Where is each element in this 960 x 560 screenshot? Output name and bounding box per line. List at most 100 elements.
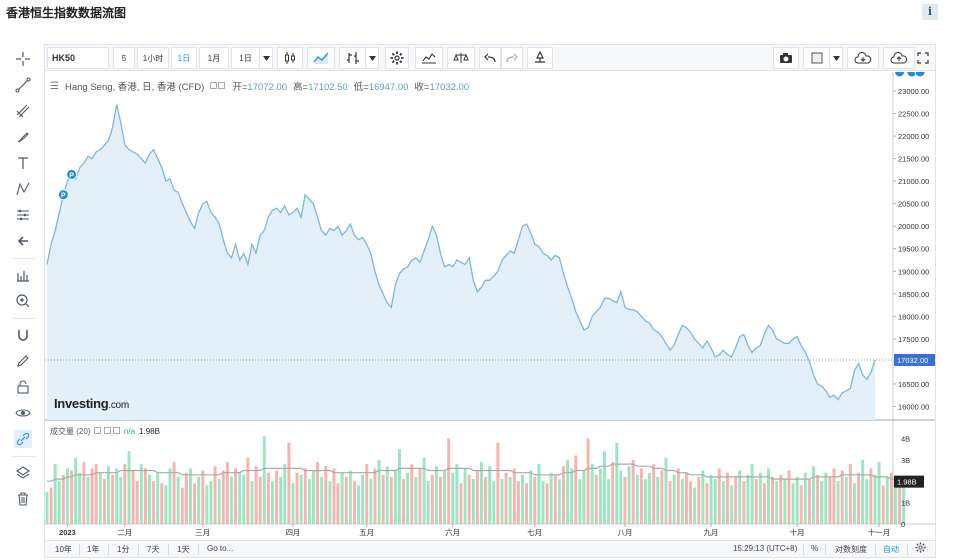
- volume-bar-145: [639, 468, 643, 524]
- volume-bar-43: [221, 470, 225, 524]
- volume-bar-4: [61, 474, 65, 524]
- fib-tool-icon[interactable]: [14, 102, 32, 120]
- redo-icon[interactable]: [501, 47, 523, 69]
- chevron-down-icon[interactable]: [259, 47, 273, 69]
- volume-bar-97: [443, 470, 447, 524]
- range-1d[interactable]: 1天: [177, 544, 189, 555]
- gear-icon[interactable]: [385, 47, 409, 69]
- time-tick-label-2: 三月: [195, 528, 210, 537]
- volume-bar-204: [881, 485, 885, 524]
- volume-bar-9: [82, 462, 86, 524]
- volume-settings-icon[interactable]: [94, 427, 120, 436]
- volume-bar-0: [45, 491, 49, 524]
- template-icon[interactable]: [803, 47, 829, 69]
- volume-bar-86: [398, 449, 401, 524]
- range-1m[interactable]: 1分: [117, 544, 129, 555]
- range-10y[interactable]: 10年: [55, 544, 72, 555]
- back-arrow-icon[interactable]: [14, 232, 32, 250]
- volume-bar-142: [627, 466, 631, 524]
- chart-canvas[interactable]: PPPPP23000.0022500.0022000.0021500.00210…: [45, 72, 935, 540]
- crosshair-icon[interactable]: [14, 50, 32, 68]
- volume-bar-88: [406, 472, 410, 524]
- time-tick-label-7: 八月: [617, 528, 632, 537]
- last-price-label: 17032.00: [897, 356, 928, 365]
- legend-high-value: 17102.50: [308, 82, 348, 93]
- volume-bar-54: [266, 472, 270, 524]
- balance-icon[interactable]: [447, 47, 475, 69]
- volume-bar-156: [685, 472, 688, 524]
- price-tick-label-5: 20500.00: [898, 200, 929, 209]
- range-7d[interactable]: 7天: [147, 544, 159, 555]
- time-tick-label-4: 五月: [359, 528, 374, 537]
- volume-bar-188: [816, 474, 820, 524]
- log-scale-toggle[interactable]: 对数刻度: [835, 544, 867, 555]
- interval-select[interactable]: 1日: [231, 47, 259, 69]
- volume-bar-106: [480, 462, 483, 524]
- eye-icon[interactable]: [14, 404, 32, 422]
- volume-bar-67: [320, 476, 324, 524]
- volume-bar-194: [840, 470, 844, 524]
- trash-icon[interactable]: [14, 490, 32, 508]
- volume-bar-81: [377, 459, 381, 524]
- volume-bar-119: [533, 476, 537, 524]
- legend-close-label: 收=: [414, 82, 430, 93]
- undo-icon[interactable]: [479, 47, 501, 69]
- indicators-chevron-icon[interactable]: [365, 47, 379, 69]
- area-chart-icon[interactable]: [307, 47, 335, 69]
- interval-1m-button[interactable]: 1月: [199, 47, 229, 69]
- interval-1h-button[interactable]: 1小时: [137, 47, 169, 69]
- volume-bar-36: [193, 483, 197, 524]
- volume-bar-13: [98, 472, 102, 524]
- text-tool-icon[interactable]: [14, 154, 32, 172]
- interval-1d-button[interactable]: 1日: [171, 47, 197, 69]
- volume-bar-112: [504, 472, 508, 524]
- volume-bar-140: [619, 470, 623, 524]
- event-marker-label-2: P: [897, 72, 902, 74]
- pencil-lock-icon[interactable]: [14, 352, 32, 370]
- volume-bar-63: [303, 468, 307, 524]
- unlock-icon[interactable]: [14, 378, 32, 396]
- volume-bar-110: [496, 442, 500, 524]
- volume-bar-96: [439, 476, 442, 524]
- measure-icon[interactable]: [14, 266, 32, 284]
- volume-bar-105: [475, 470, 479, 524]
- volume-bar-182: [791, 483, 795, 524]
- volume-bar-76: [357, 485, 361, 524]
- zoom-in-icon[interactable]: [14, 292, 32, 310]
- settings-gear-icon[interactable]: [915, 542, 926, 555]
- volume-bar-74: [348, 470, 352, 524]
- auto-scale-toggle[interactable]: 自动: [883, 544, 899, 555]
- brush-icon[interactable]: [14, 128, 32, 146]
- volume-bar-39: [205, 485, 209, 524]
- layers-icon[interactable]: [14, 464, 32, 482]
- percent-toggle[interactable]: %: [811, 544, 818, 553]
- time-tick-label-9: 十月: [790, 527, 805, 537]
- symbol-input[interactable]: HK50: [47, 47, 109, 69]
- fullscreen-icon[interactable]: [913, 47, 933, 69]
- go-to-button[interactable]: Go to...: [207, 544, 233, 553]
- volume-bar-200: [865, 479, 869, 524]
- template-chevron-icon[interactable]: [829, 47, 843, 69]
- compare-icon[interactable]: [415, 47, 443, 69]
- legend-settings-icon[interactable]: [210, 81, 226, 92]
- interval-5-button[interactable]: 5: [113, 47, 135, 69]
- cloud-load-icon[interactable]: [847, 47, 879, 69]
- volume-bar-195: [844, 476, 848, 524]
- camera-icon[interactable]: [773, 47, 799, 69]
- prediction-tool-icon[interactable]: [14, 206, 32, 224]
- magnet-icon[interactable]: [14, 326, 32, 344]
- volume-bar-20: [127, 451, 131, 524]
- indicators-icon[interactable]: [339, 47, 365, 69]
- candles-icon[interactable]: [277, 47, 303, 69]
- volume-bar-132: [586, 438, 590, 524]
- alert-icon[interactable]: [527, 47, 553, 69]
- price-tick-label-8: 19000.00: [898, 267, 929, 276]
- cloud-save-icon[interactable]: [883, 47, 915, 69]
- time-tick-label-3: 四月: [285, 528, 300, 537]
- trend-line-icon[interactable]: [14, 76, 32, 94]
- volume-bar-144: [635, 474, 639, 524]
- info-button[interactable]: i: [922, 4, 938, 20]
- pattern-tool-icon[interactable]: [14, 180, 32, 198]
- link-icon[interactable]: [14, 430, 32, 448]
- range-1y[interactable]: 1年: [87, 544, 99, 555]
